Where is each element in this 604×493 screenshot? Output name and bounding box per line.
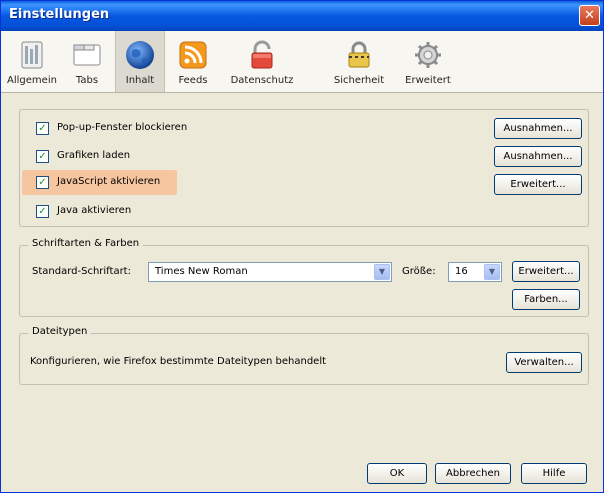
tabs-icon — [73, 44, 101, 66]
lock-icon — [348, 41, 370, 68]
java-row[interactable]: ✓ Java aktivieren — [36, 203, 436, 223]
tab-label: Sicherheit — [333, 75, 385, 86]
tab-tabs[interactable]: Tabs — [63, 31, 111, 92]
filetypes-title: Dateitypen — [28, 326, 92, 337]
tab-label: Allgemein — [7, 75, 57, 86]
tab-feeds[interactable]: Feeds — [169, 31, 217, 92]
gear-icon — [415, 42, 441, 68]
privacy-icon — [251, 40, 273, 69]
filetypes-group: Dateitypen Konfigurieren, wie Firefox be… — [19, 326, 589, 385]
popup-block-label: Pop-up-Fenster blockieren — [57, 122, 188, 133]
images-exceptions-button[interactable]: Ausnahmen... — [494, 146, 582, 167]
fonts-colors-title: Schriftarten & Farben — [28, 238, 144, 249]
tab-sicherheit[interactable]: Sicherheit — [331, 31, 387, 92]
tab-label: Erweitert — [405, 75, 451, 86]
font-size-label: Größe: — [402, 266, 436, 277]
load-images-row[interactable]: ✓ Grafiken laden — [36, 148, 436, 168]
java-label: Java aktivieren — [57, 205, 132, 216]
chevron-down-icon[interactable]: ▼ — [374, 264, 390, 280]
font-size-select[interactable]: 16 ▼ — [448, 262, 502, 282]
tab-inhalt[interactable]: Inhalt — [115, 31, 165, 92]
rss-icon — [179, 41, 207, 69]
manage-filetypes-button[interactable]: Verwalten... — [506, 352, 582, 373]
content-options-group: ✓ Pop-up-Fenster blockieren ✓ Grafiken l… — [19, 109, 589, 227]
fonts-colors-group: Schriftarten & Farben Standard-Schriftar… — [19, 238, 589, 317]
tab-label: Datenschutz — [230, 75, 294, 86]
default-font-label: Standard-Schriftart: — [32, 266, 131, 277]
close-icon: ✕ — [584, 8, 595, 23]
font-size-value: 16 — [455, 266, 468, 277]
filetypes-description: Konfigurieren, wie Firefox bestimmte Dat… — [30, 356, 327, 367]
chevron-down-icon[interactable]: ▼ — [484, 264, 500, 280]
window-title: Einstellungen — [9, 7, 110, 22]
ok-button[interactable]: OK — [367, 463, 427, 484]
help-button[interactable]: Hilfe — [521, 463, 587, 484]
java-checkbox[interactable]: ✓ — [36, 205, 49, 218]
globe-icon — [126, 41, 154, 69]
load-images-checkbox[interactable]: ✓ — [36, 150, 49, 163]
preferences-toolbar: Allgemein Tabs Inhalt Feeds Datenschutz … — [1, 31, 603, 93]
popup-block-row[interactable]: ✓ Pop-up-Fenster blockieren — [36, 120, 436, 140]
colors-button[interactable]: Farben... — [512, 289, 580, 310]
javascript-advanced-button[interactable]: Erweitert... — [494, 174, 582, 195]
popup-block-checkbox[interactable]: ✓ — [36, 122, 49, 135]
cancel-button[interactable]: Abbrechen — [435, 463, 511, 484]
default-font-select[interactable]: Times New Roman ▼ — [148, 262, 392, 282]
tab-label: Inhalt — [125, 75, 155, 86]
tab-label: Tabs — [75, 75, 99, 86]
popup-exceptions-button[interactable]: Ausnahmen... — [494, 118, 582, 139]
preferences-window: Einstellungen ✕ Allgemein Tabs Inhalt Fe… — [0, 0, 604, 493]
javascript-row[interactable]: ✓ JavaScript aktivieren — [36, 174, 436, 194]
tab-datenschutz[interactable]: Datenschutz — [223, 31, 301, 92]
tab-erweitert[interactable]: Erweitert — [399, 31, 457, 92]
javascript-checkbox[interactable]: ✓ — [36, 176, 49, 189]
close-button[interactable]: ✕ — [579, 5, 600, 26]
general-icon — [21, 41, 43, 69]
tab-label: Feeds — [178, 75, 208, 86]
load-images-label: Grafiken laden — [57, 150, 131, 161]
title-bar: Einstellungen ✕ — [1, 1, 603, 31]
javascript-label: JavaScript aktivieren — [57, 176, 161, 187]
default-font-value: Times New Roman — [155, 266, 248, 277]
tab-allgemein[interactable]: Allgemein — [7, 31, 57, 92]
fonts-advanced-button[interactable]: Erweitert... — [512, 261, 580, 282]
